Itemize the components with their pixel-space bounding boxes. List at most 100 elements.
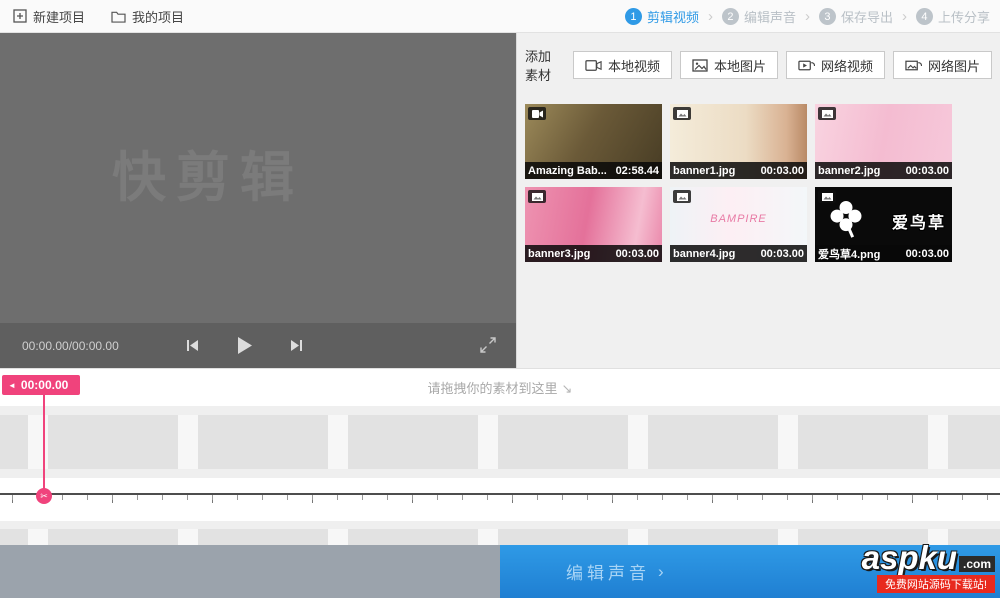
arrow-down-right-icon: ↘: [561, 381, 573, 396]
step-number: 2: [721, 8, 739, 25]
site-brand: aspku: [861, 538, 957, 576]
material-item-banner4[interactable]: BAMPIRE banner4.jpg 00:03.00: [670, 187, 807, 262]
image-type-icon: [673, 190, 691, 203]
local-video-label: 本地视频: [607, 58, 660, 74]
video-track[interactable]: [0, 406, 1000, 478]
next-step-label: 编辑声音: [566, 564, 650, 583]
material-label-bar: banner2.jpg 00:03.00: [815, 162, 952, 179]
material-name: banner3.jpg: [528, 247, 591, 260]
material-duration: 00:03.00: [760, 164, 804, 177]
skip-start-icon[interactable]: [186, 339, 199, 352]
thumbnail-overlay-text: BAMPIRE: [710, 213, 767, 225]
local-video-icon: [585, 59, 602, 72]
my-projects-label: 我的项目: [132, 9, 185, 25]
material-name: Amazing Bab...: [528, 164, 607, 177]
web-image-label: 网络图片: [927, 58, 980, 74]
local-image-label: 本地图片: [713, 58, 766, 74]
material-duration: 02:58.44: [615, 164, 659, 177]
transport-buttons: [186, 323, 303, 368]
local-video-button[interactable]: 本地视频: [572, 51, 672, 79]
bottom-bar: 编辑声音: [0, 545, 1000, 598]
material-item-amazing-video[interactable]: Amazing Bab... 02:58.44: [525, 104, 662, 179]
site-watermark: aspku .com 免费网站源码下载站!: [861, 538, 995, 593]
step-save-export[interactable]: 3 保存导出: [818, 7, 893, 26]
material-label-bar: Amazing Bab... 02:58.44: [525, 162, 662, 179]
material-name: 爱鸟草4.png: [818, 248, 881, 261]
workflow-steps: 1 剪辑视频 2 编辑声音 3 保存导出 4 上传分享: [624, 0, 990, 33]
playhead-line[interactable]: [43, 393, 45, 493]
film-frames: [0, 529, 1000, 546]
material-label-bar: banner3.jpg 00:03.00: [525, 245, 662, 262]
playback-controls: 00:00.00/00:00.00: [0, 323, 516, 368]
video-type-icon: [528, 107, 546, 120]
material-duration: 00:03.00: [905, 247, 949, 260]
material-item-clover[interactable]: 爱鸟草 爱鸟草4.png 00:03.00: [815, 187, 952, 262]
new-project-label: 新建项目: [33, 9, 86, 25]
site-tld: .com: [958, 556, 995, 572]
bottom-bar-spacer: [0, 545, 500, 598]
film-frames: [0, 415, 1000, 469]
material-label-bar: 爱鸟草4.png 00:03.00: [815, 245, 952, 262]
web-image-icon: [905, 59, 922, 72]
web-image-button[interactable]: 网络图片: [892, 51, 992, 79]
step-label: 上传分享: [937, 10, 990, 25]
material-item-banner2[interactable]: banner2.jpg 00:03.00: [815, 104, 952, 179]
drop-hint-text: 请拖拽你的素材到这里: [427, 381, 558, 396]
material-name: banner2.jpg: [818, 164, 881, 177]
add-material-bar: 添加素材 本地视频 本地图片 网络视频 网络图片: [525, 46, 992, 84]
local-image-button[interactable]: 本地图片: [679, 51, 778, 79]
material-duration: 00:03.00: [905, 164, 949, 177]
material-item-banner3[interactable]: banner3.jpg 00:03.00: [525, 187, 662, 262]
chevron-right-icon: [658, 562, 664, 582]
timeline: 请拖拽你的素材到这里↘ 00:00.00: [0, 368, 1000, 546]
preview-watermark: 快剪辑: [112, 148, 304, 208]
thumbnail-overlay-text: 爱鸟草: [891, 215, 946, 232]
skip-end-icon[interactable]: [290, 339, 303, 352]
my-projects-button[interactable]: 我的项目: [98, 0, 197, 32]
step-label: 保存导出: [840, 10, 893, 25]
add-material-label: 添加素材: [525, 49, 552, 83]
new-project-button[interactable]: 新建项目: [0, 0, 98, 32]
timecode: 00:00.00/00:00.00: [22, 338, 119, 353]
step-number: 1: [624, 8, 642, 25]
step-number: 4: [915, 8, 933, 25]
step-label: 剪辑视频: [646, 10, 699, 25]
web-video-label: 网络视频: [820, 58, 873, 74]
step-upload-share[interactable]: 4 上传分享: [915, 7, 990, 26]
materials-panel: 添加素材 本地视频 本地图片 网络视频 网络图片 Amazing Bab... …: [516, 33, 1000, 368]
material-item-banner1[interactable]: banner1.jpg 00:03.00: [670, 104, 807, 179]
step-edit-audio[interactable]: 2 编辑声音: [721, 7, 796, 26]
video-preview: 快剪辑 00:00.00/00:00.00: [0, 33, 516, 368]
image-type-icon: [818, 107, 836, 120]
step-edit-video[interactable]: 1 剪辑视频: [624, 7, 699, 26]
image-type-icon: [673, 107, 691, 120]
play-icon[interactable]: [237, 337, 252, 354]
material-name: banner4.jpg: [673, 247, 736, 260]
step-label: 编辑声音: [743, 10, 796, 25]
drop-hint: 请拖拽你的素材到这里 ↘: [0, 378, 1000, 397]
material-duration: 00:03.00: [760, 247, 804, 260]
web-video-icon: [798, 59, 815, 72]
audio-track[interactable]: [0, 521, 1000, 546]
timeline-ruler[interactable]: [0, 493, 1000, 503]
material-duration: 00:03.00: [615, 247, 659, 260]
scissors-icon[interactable]: [36, 488, 52, 504]
chevron-right-icon: [805, 8, 810, 25]
site-tagline: 免费网站源码下载站!: [876, 575, 995, 593]
local-image-icon: [692, 58, 708, 72]
playhead-time: 00:00.00: [20, 378, 69, 392]
step-number: 3: [818, 8, 836, 25]
material-label-bar: banner1.jpg 00:03.00: [670, 162, 807, 179]
fullscreen-icon[interactable]: [480, 337, 496, 353]
playhead-time-badge[interactable]: 00:00.00: [2, 375, 81, 395]
material-name: banner1.jpg: [673, 164, 736, 177]
materials-grid: Amazing Bab... 02:58.44 banner1.jpg 00:0…: [525, 104, 1000, 262]
chevron-right-icon: [708, 8, 713, 25]
site-brand-line: aspku .com: [861, 538, 995, 576]
chevron-right-icon: [902, 8, 907, 25]
image-type-icon: [528, 190, 546, 203]
folder-icon: [111, 10, 126, 23]
material-label-bar: banner4.jpg 00:03.00: [670, 245, 807, 262]
clover-icon: [825, 197, 867, 239]
web-video-button[interactable]: 网络视频: [785, 51, 885, 79]
